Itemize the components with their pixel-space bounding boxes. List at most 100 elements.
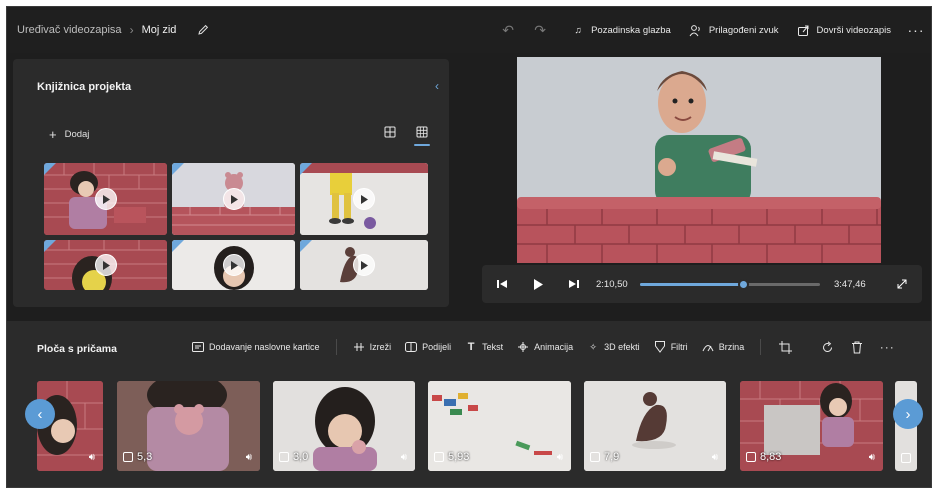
animation-label: Animacija (534, 342, 574, 352)
trim-label: Izreži (369, 342, 392, 352)
library-thumbnail[interactable] (300, 240, 428, 290)
current-time: 2:10,50 (596, 278, 628, 290)
text-button[interactable]: T Tekst (465, 341, 503, 353)
storyboard-clip[interactable]: 8,83 🔊︎ (740, 381, 883, 471)
selected-corner-marker (172, 240, 184, 252)
fullscreen-icon[interactable] (894, 276, 910, 292)
playback-controls: 2:10,50 3:47,46 (482, 265, 922, 303)
video-editor-window: Uređivač videozapisa › Moj zid ↶ ↷ ♫ Poz… (6, 6, 932, 488)
clip-frame-icon (434, 452, 444, 462)
trim-icon (353, 341, 365, 353)
animation-button[interactable]: Animacija (517, 341, 573, 353)
rename-pencil-icon[interactable] (194, 21, 212, 39)
clip-frame-icon (590, 452, 600, 462)
small-grid-view-icon[interactable] (413, 123, 431, 146)
library-thumbnail[interactable] (300, 163, 428, 235)
storyboard-clip[interactable]: 5,93 🔊︎ (428, 381, 571, 471)
storyboard-panel: Ploča s pričama Dodavanje naslovne karti… (7, 321, 931, 487)
text-label: Tekst (482, 342, 504, 352)
title-card-icon (192, 341, 204, 353)
project-library-panel: Knjižnica projekta ‹ + Dodaj (13, 59, 449, 307)
library-thumbnail[interactable] (172, 163, 295, 235)
seek-slider[interactable] (640, 279, 820, 290)
speaker-icon[interactable]: 🔊︎ (712, 452, 718, 463)
finish-video-label: Dovrši videozapis (816, 24, 891, 36)
speaker-icon[interactable]: 🔊︎ (89, 452, 95, 463)
title-bar: Uređivač videozapisa › Moj zid ↶ ↷ ♫ Poz… (7, 7, 931, 53)
rotate-icon[interactable] (819, 339, 835, 355)
selected-corner-marker (44, 240, 56, 252)
clip-duration-value: 7,9 (604, 451, 620, 463)
animation-icon (517, 341, 529, 353)
more-options-icon[interactable]: ··· (879, 339, 895, 355)
filters-button[interactable]: Filtri (654, 341, 688, 353)
add-media-button[interactable]: + Dodaj (49, 127, 89, 142)
redo-icon[interactable]: ↷ (533, 22, 547, 38)
clip-frame-icon (901, 453, 911, 463)
speed-label: Brzina (718, 342, 745, 352)
effects-sparkle-icon: ✧ (589, 341, 597, 352)
3d-effects-button[interactable]: ✧ 3D efekti (587, 341, 640, 353)
storyboard-clip[interactable]: 3,0 🔊︎ (273, 381, 415, 471)
clip-duration (901, 453, 911, 463)
custom-audio-button[interactable]: Prilagođeni zvuk (689, 23, 779, 37)
add-title-card-label: Dodavanje naslovne kartice (209, 342, 320, 352)
seek-handle[interactable] (737, 279, 749, 290)
selected-corner-marker (44, 163, 56, 175)
play-icon[interactable] (530, 276, 546, 292)
crop-icon[interactable] (777, 339, 793, 355)
storyboard-clip[interactable]: 7,9 🔊︎ (584, 381, 726, 471)
view-toggle (381, 123, 431, 146)
toolbar-divider (760, 339, 762, 355)
split-label: Podijeli (422, 342, 452, 352)
scroll-right-button[interactable]: › (893, 399, 923, 429)
clip-frame-icon (279, 452, 289, 462)
storyboard-title: Ploča s pričama (37, 343, 117, 355)
play-icon[interactable] (222, 188, 245, 210)
storyboard-clip[interactable]: 5,3 🔊︎ (117, 381, 260, 471)
play-icon[interactable] (94, 254, 117, 276)
breadcrumb-app[interactable]: Uređivač videozapisa (17, 24, 122, 36)
speaker-icon[interactable]: 🔊︎ (246, 452, 252, 463)
speaker-icon[interactable]: 🔊︎ (401, 452, 407, 463)
step-forward-icon[interactable] (566, 276, 582, 292)
more-options-icon[interactable]: ··· (908, 22, 924, 38)
clip-duration-value: 8,83 (760, 451, 782, 463)
3d-effects-label: 3D efekti (604, 342, 640, 352)
library-title: Knjižnica projekta (37, 81, 132, 93)
clip-duration-value: 5,3 (137, 451, 153, 463)
step-back-icon[interactable] (494, 276, 510, 292)
clip-frame-icon (123, 452, 133, 462)
clip-duration-value: 3,0 (293, 451, 309, 463)
large-grid-view-icon[interactable] (381, 123, 399, 141)
split-icon (405, 341, 418, 353)
library-thumbnail[interactable] (44, 163, 167, 235)
undo-icon[interactable]: ↶ (501, 22, 515, 38)
video-preview[interactable] (517, 57, 881, 263)
finish-video-button[interactable]: Dovrši videozapis (797, 23, 891, 37)
speaker-icon[interactable]: 🔊︎ (869, 452, 875, 463)
background-music-button[interactable]: ♫ Pozadinska glazba (571, 23, 671, 37)
scroll-left-button[interactable]: ‹ (25, 399, 55, 429)
plus-icon: + (49, 127, 57, 142)
play-icon[interactable] (222, 254, 245, 276)
delete-icon[interactable] (849, 339, 865, 355)
play-icon[interactable] (94, 188, 117, 210)
clip-duration-value: 5,93 (448, 451, 470, 463)
play-icon[interactable] (353, 254, 375, 276)
collapse-chevron-icon[interactable]: ‹ (435, 79, 439, 93)
library-thumbnail[interactable] (44, 240, 167, 290)
speaker-icon[interactable]: 🔊︎ (557, 452, 563, 463)
add-title-card-button[interactable]: Dodavanje naslovne kartice (192, 341, 320, 353)
clip-duration: 7,9 (590, 451, 619, 463)
speed-button[interactable]: Brzina (702, 341, 745, 353)
play-icon[interactable] (353, 188, 375, 210)
export-icon (797, 23, 811, 37)
split-button[interactable]: Podijeli (405, 341, 451, 353)
seek-progress (640, 283, 743, 286)
chevron-right-icon: › (129, 23, 134, 37)
breadcrumb: Uređivač videozapisa › Moj zid (7, 21, 212, 39)
trim-button[interactable]: Izreži (353, 341, 392, 353)
filters-label: Filtri (670, 342, 688, 352)
library-thumbnail[interactable] (172, 240, 295, 290)
